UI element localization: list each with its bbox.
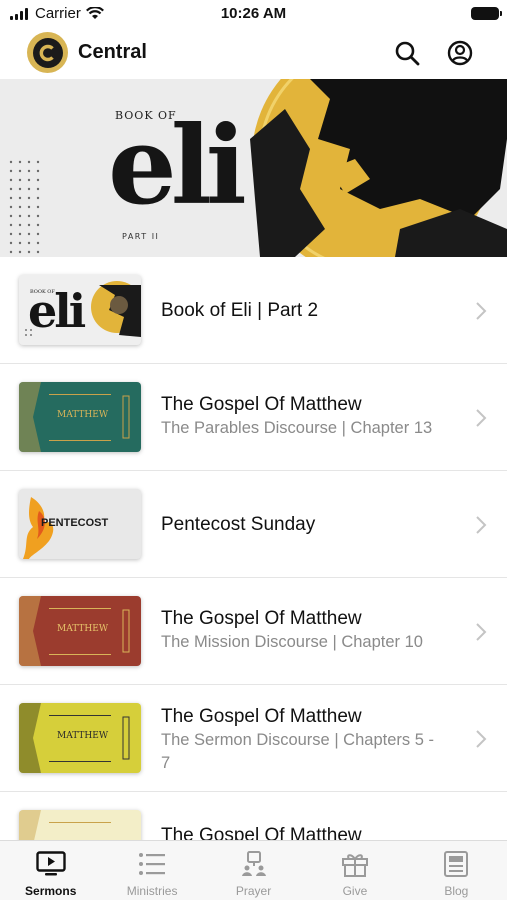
list-item[interactable]: MATTHEW The Gospel Of Matthew The Sermon… (0, 685, 507, 792)
tab-bar: Sermons Ministries Prayer Give Blog (0, 840, 507, 900)
sermon-subtitle: The Mission Discourse | Chapter 10 (161, 633, 423, 651)
thumb-pentecost-text: PENTECOST (41, 517, 109, 529)
sermon-thumbnail: MATTHEW (19, 703, 141, 773)
app-title: Central (78, 41, 147, 63)
sermon-thumbnail: MATTHEW (19, 382, 141, 452)
tv-play-icon (36, 851, 66, 877)
sermon-title: The Gospel Of Matthew (161, 825, 362, 840)
tab-label: Give (342, 884, 368, 898)
church-logo (27, 32, 68, 73)
battery-icon (471, 7, 502, 20)
newspaper-icon (441, 851, 471, 877)
sermon-subtitle: The Parables Discourse | Chapter 13 (161, 419, 433, 437)
sermon-title: The Gospel Of Matthew (161, 706, 362, 727)
tab-label: Blog (444, 884, 469, 898)
sermon-title: Book of Eli | Part 2 (161, 300, 319, 321)
sermon-title: The Gospel Of Matthew (161, 394, 362, 415)
app-header: Central (0, 30, 507, 78)
profile-button[interactable] (445, 38, 475, 68)
chevron-right-icon (476, 409, 487, 427)
sermon-title: Pentecost Sunday (161, 514, 316, 535)
tab-label: Ministries (126, 884, 178, 898)
chevron-right-icon (476, 302, 487, 320)
tab-label: Prayer (235, 884, 272, 898)
tab-give[interactable]: Give (304, 841, 405, 900)
hero-text-main: eli (108, 103, 247, 229)
search-button[interactable] (392, 38, 422, 68)
list-item-text: The Gospel Of Matthew (161, 824, 451, 840)
tab-label: Sermons (25, 884, 77, 898)
status-bar: Carrier 10:26 AM (0, 0, 507, 30)
status-time: 10:26 AM (220, 5, 287, 22)
sermon-subtitle: The Sermon Discourse | Chapters 5 - 7 (161, 731, 434, 772)
list-item-text: Book of Eli | Part 2 (161, 299, 451, 322)
list-item-text: Pentecost Sunday (161, 513, 451, 536)
list-item[interactable]: BOOK OF eli Book of Eli | Part 2 (0, 257, 507, 364)
sermon-thumbnail: MATTHEW (19, 596, 141, 666)
sermon-thumbnail (19, 810, 141, 840)
hero-artwork (0, 79, 507, 257)
tab-prayer[interactable]: Prayer (203, 841, 304, 900)
list-item[interactable]: MATTHEW The Gospel Of Matthew The Parabl… (0, 364, 507, 471)
list-item-text: The Gospel Of Matthew The Mission Discou… (161, 607, 451, 654)
list-item[interactable]: PENTECOST Pentecost Sunday (0, 471, 507, 578)
gift-icon (340, 851, 370, 877)
list-item-text: The Gospel Of Matthew The Parables Disco… (161, 393, 451, 440)
prayer-icon (239, 851, 269, 877)
tab-blog[interactable]: Blog (406, 841, 507, 900)
thumb-matthew-text: MATTHEW (57, 731, 109, 741)
sermon-list[interactable]: BOOK OF eli Book of Eli | Part 2 MATTHEW… (0, 257, 507, 840)
tab-ministries[interactable]: Ministries (101, 841, 202, 900)
tab-sermons[interactable]: Sermons (0, 841, 101, 900)
list-item-text: The Gospel Of Matthew The Sermon Discour… (161, 705, 451, 775)
chevron-right-icon (476, 730, 487, 748)
user-circle-icon (447, 40, 473, 66)
list-icon (137, 851, 167, 877)
hero-text-part: PART II (122, 232, 160, 241)
chevron-right-icon (476, 516, 487, 534)
sermon-thumbnail: PENTECOST (19, 489, 141, 559)
list-item[interactable]: The Gospel Of Matthew (0, 792, 507, 840)
chevron-right-icon (476, 623, 487, 641)
sermon-thumbnail: BOOK OF eli (19, 275, 141, 345)
thumb-matthew-text: MATTHEW (57, 624, 109, 634)
list-item[interactable]: MATTHEW The Gospel Of Matthew The Missio… (0, 578, 507, 685)
sermon-title: The Gospel Of Matthew (161, 608, 362, 629)
search-icon (395, 41, 420, 66)
thumb-eli-text: eli (28, 284, 86, 338)
hero-banner[interactable]: BOOK OF eli PART II (0, 79, 507, 257)
thumb-matthew-text: MATTHEW (57, 410, 109, 420)
